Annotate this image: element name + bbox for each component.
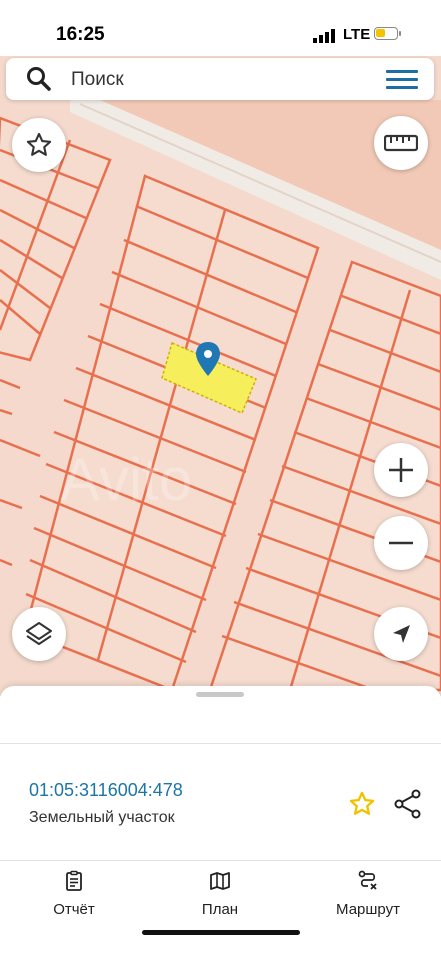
tab-report[interactable]: Отчёт [19, 870, 129, 918]
sheet-drag-handle[interactable] [196, 692, 244, 697]
minus-icon [389, 541, 413, 545]
ruler-button[interactable] [374, 116, 428, 170]
zoom-out-button[interactable] [374, 516, 428, 570]
my-location-button[interactable] [374, 607, 428, 661]
parcel-type: Земельный участок [29, 809, 175, 826]
signal-icon [313, 29, 335, 43]
divider [0, 743, 441, 744]
zoom-in-button[interactable] [374, 443, 428, 497]
favorite-map-button[interactable] [12, 118, 66, 172]
parcel-info-sheet[interactable]: 01:05:3116004:478 Земельный участок Отчё… [0, 686, 441, 960]
search-input[interactable]: Поиск [71, 69, 124, 91]
search-bar[interactable]: Поиск [6, 58, 434, 100]
favorite-star-icon[interactable] [348, 790, 376, 818]
star-outline-icon [26, 132, 52, 156]
layers-icon [26, 622, 52, 645]
status-time: 16:25 [56, 24, 105, 45]
tab-label: Маршрут [336, 901, 400, 918]
ruler-icon [384, 134, 418, 152]
tab-label: План [201, 901, 239, 918]
status-bar: 16:25 LTE [0, 0, 441, 56]
cadastral-number[interactable]: 01:05:3116004:478 [29, 780, 183, 801]
layers-button[interactable] [12, 607, 66, 661]
tab-route[interactable]: Маршрут [313, 870, 423, 918]
battery-icon [374, 27, 401, 40]
map-icon [210, 872, 230, 890]
route-icon [358, 870, 377, 890]
tab-plan[interactable]: План [165, 870, 275, 918]
divider [0, 860, 441, 861]
home-indicator[interactable] [142, 930, 300, 935]
tab-label: Отчёт [53, 901, 95, 918]
navigation-arrow-icon [393, 625, 410, 643]
network-type: LTE [343, 26, 371, 43]
report-icon [66, 870, 82, 891]
share-icon[interactable] [394, 789, 422, 819]
map-watermark: Avito [60, 446, 192, 513]
menu-icon[interactable] [386, 70, 418, 90]
search-icon [27, 67, 51, 91]
plus-icon [389, 458, 413, 482]
